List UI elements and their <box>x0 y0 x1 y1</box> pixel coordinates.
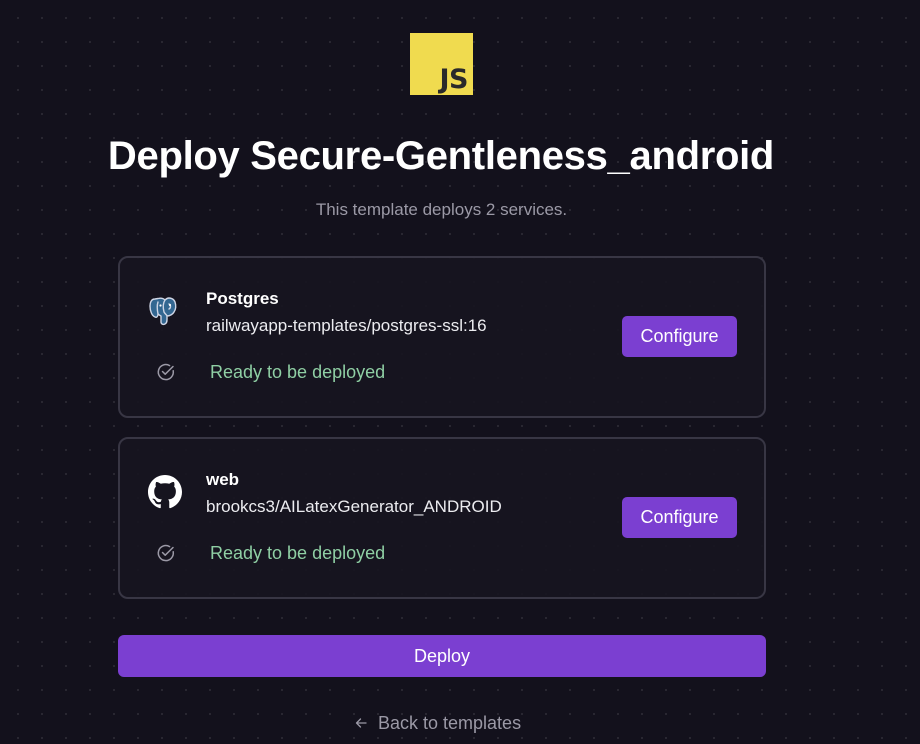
service-source: brookcs3/AILatexGenerator_ANDROID <box>206 497 502 516</box>
postgres-icon <box>149 297 177 326</box>
javascript-logo: JS <box>410 33 473 95</box>
service-card-web: web brookcs3/AILatexGenerator_ANDROID Re… <box>118 437 766 599</box>
page-subtitle: This template deploys 2 services. <box>315 200 568 219</box>
back-link-label: Back to templates <box>378 713 522 733</box>
configure-postgres-button[interactable]: Configure <box>622 316 737 357</box>
status-text: Ready to be deployed <box>210 362 386 382</box>
logo-text: JS <box>439 64 469 95</box>
check-circle-icon <box>157 363 174 381</box>
deploy-button[interactable]: Deploy <box>118 635 766 677</box>
service-source: railwayapp-templates/postgres-ssl:16 <box>206 316 487 335</box>
back-to-templates-link[interactable]: Back to templates <box>354 712 521 734</box>
check-circle-icon <box>157 544 174 562</box>
service-name: web <box>206 470 240 489</box>
page-title: Deploy Secure-Gentleness_android <box>107 134 775 178</box>
status-text: Ready to be deployed <box>210 543 386 563</box>
service-card-postgres: Postgres railwayapp-templates/postgres-s… <box>118 256 766 418</box>
arrow-left-icon <box>355 718 367 728</box>
service-name: Postgres <box>206 289 279 308</box>
github-icon <box>148 475 182 509</box>
configure-web-button[interactable]: Configure <box>622 497 737 538</box>
